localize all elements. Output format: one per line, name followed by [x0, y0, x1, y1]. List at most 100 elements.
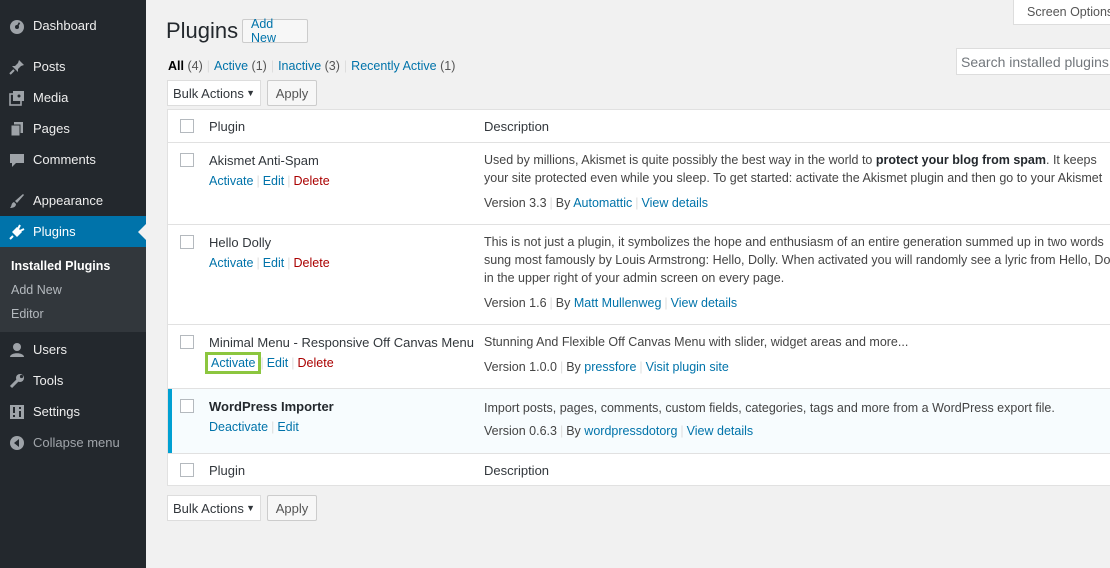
- edit-link[interactable]: Edit: [277, 420, 299, 434]
- table-footer: Plugin Description: [168, 454, 1110, 485]
- collapse-menu-label: Collapse menu: [33, 435, 120, 450]
- plugin-description: Import posts, pages, comments, custom fi…: [484, 401, 1055, 415]
- bulk-actions-select-bottom[interactable]: Bulk Actions ▼: [167, 495, 261, 521]
- submenu-add-new[interactable]: Add New: [11, 283, 62, 297]
- plugin-name: WordPress Importer: [209, 399, 334, 414]
- settings-icon: [9, 404, 25, 420]
- delete-link[interactable]: Delete: [294, 174, 330, 188]
- plugin-meta: Version 3.3 | By Automattic | View details: [484, 196, 708, 210]
- menu-posts-label: Posts: [33, 59, 66, 74]
- plugin-description: Used by millions, Akismet is quite possi…: [484, 153, 1103, 185]
- author-link[interactable]: Matt Mullenweg: [574, 296, 662, 310]
- plugin-meta: Version 1.6 | By Matt Mullenweg | View detai…: [484, 296, 738, 310]
- visit-plugin-site-link[interactable]: Visit plugin site: [646, 360, 729, 374]
- column-footer-plugin[interactable]: Plugin: [209, 463, 245, 478]
- edit-link[interactable]: Edit: [263, 174, 285, 188]
- delete-link[interactable]: Delete: [298, 356, 334, 370]
- plugins-table: Plugin Description Akismet Anti-Spam Act…: [167, 109, 1110, 486]
- menu-posts[interactable]: Posts: [0, 51, 146, 82]
- user-icon: [9, 342, 25, 358]
- plugin-name: Hello Dolly: [209, 235, 272, 250]
- page-title: Plugins: [166, 18, 239, 43]
- bulk-actions-select-top[interactable]: Bulk Actions ▼: [167, 80, 261, 106]
- author-link[interactable]: pressfore: [584, 360, 636, 374]
- search-input[interactable]: [956, 48, 1110, 75]
- menu-dashboard-label: Dashboard: [33, 18, 97, 33]
- menu-settings-label: Settings: [33, 404, 80, 419]
- table-row-active: WordPress Importer Deactivate | Edit Impor…: [168, 389, 1110, 454]
- add-new-button[interactable]: Add New: [242, 17, 308, 45]
- delete-link[interactable]: Delete: [294, 256, 330, 270]
- menu-dashboard[interactable]: Dashboard: [0, 10, 146, 41]
- pages-icon: [9, 121, 25, 137]
- plugin-actions: Deactivate | Edit: [209, 420, 299, 434]
- filter-all[interactable]: All (4): [168, 59, 203, 73]
- select-all-checkbox[interactable]: [180, 119, 194, 133]
- row-checkbox[interactable]: [180, 399, 194, 413]
- menu-users-label: Users: [33, 342, 67, 357]
- plugin-name: Minimal Menu - Responsive Off Canvas Men…: [209, 335, 474, 350]
- menu-plugins-label: Plugins: [33, 224, 76, 239]
- author-link[interactable]: wordpressdotorg: [584, 424, 677, 438]
- edit-link[interactable]: Edit: [263, 256, 285, 270]
- submenu-editor[interactable]: Editor: [11, 307, 44, 321]
- menu-comments[interactable]: Comments: [0, 144, 146, 175]
- plugin-actions: Activate | Edit | Delete: [209, 174, 330, 188]
- screen-options-button[interactable]: Screen Options: [1013, 0, 1110, 25]
- menu-appearance-label: Appearance: [33, 193, 104, 208]
- menu-pages[interactable]: Pages: [0, 113, 146, 144]
- menu-settings[interactable]: Settings: [0, 396, 146, 427]
- menu-media-label: Media: [33, 90, 69, 105]
- filter-recently-active[interactable]: Recently Active (1): [351, 59, 455, 73]
- filter-inactive[interactable]: Inactive (3): [278, 59, 340, 73]
- plugin-actions: Activate | Edit | Delete: [209, 256, 330, 270]
- select-all-checkbox-footer[interactable]: [180, 463, 194, 477]
- menu-media[interactable]: Media: [0, 82, 146, 113]
- author-link[interactable]: Automattic: [573, 196, 632, 210]
- table-row: Hello Dolly Activate | Edit | Delete This is…: [168, 225, 1110, 325]
- collapse-menu[interactable]: Collapse menu: [0, 427, 146, 458]
- apply-button-bottom[interactable]: Apply: [267, 495, 317, 521]
- activate-link[interactable]: Activate: [204, 352, 262, 374]
- column-header-description: Description: [484, 119, 550, 134]
- column-footer-description: Description: [484, 463, 550, 478]
- menu-comments-label: Comments: [33, 152, 96, 167]
- menu-users[interactable]: Users: [0, 334, 146, 365]
- dropdown-arrow-icon: ▼: [246, 503, 255, 513]
- menu-tools[interactable]: Tools: [0, 365, 146, 396]
- plugin-icon: [9, 224, 25, 240]
- plugin-meta: Version 0.6.3 | By wordpressdotorg | View de…: [484, 424, 754, 438]
- column-header-plugin[interactable]: Plugin: [209, 119, 245, 134]
- comment-icon: [9, 152, 25, 168]
- menu-tools-label: Tools: [33, 373, 64, 388]
- dashboard-icon: [9, 18, 25, 34]
- view-details-link[interactable]: View details: [671, 296, 737, 310]
- pin-icon: [9, 59, 25, 75]
- plugin-meta: Version 1.0.0 | By pressfore | Visit plugin …: [484, 360, 729, 374]
- media-icon: [9, 90, 25, 106]
- dropdown-arrow-icon: ▼: [246, 88, 255, 98]
- activate-link[interactable]: Activate: [209, 256, 253, 270]
- edit-link[interactable]: Edit: [267, 356, 289, 370]
- menu-plugins[interactable]: Plugins: [0, 216, 146, 247]
- paintbrush-icon: [9, 193, 25, 209]
- plugins-submenu: Installed Plugins Add New Editor: [0, 247, 146, 332]
- row-checkbox[interactable]: [180, 235, 194, 249]
- submenu-installed-plugins[interactable]: Installed Plugins: [11, 259, 110, 273]
- table-row: Akismet Anti-Spam Activate | Edit | Delete U…: [168, 143, 1110, 225]
- deactivate-link[interactable]: Deactivate: [209, 420, 268, 434]
- view-details-link[interactable]: View details: [642, 196, 708, 210]
- view-details-link[interactable]: View details: [687, 424, 753, 438]
- plugin-status-filters: All (4) | Active (1) | Inactive (3) | Recently…: [168, 59, 456, 73]
- admin-sidebar: Dashboard Posts Media Pages Comments App…: [0, 0, 146, 568]
- menu-appearance[interactable]: Appearance: [0, 185, 146, 216]
- activate-link[interactable]: Activate: [209, 174, 253, 188]
- row-checkbox[interactable]: [180, 335, 194, 349]
- apply-button-top[interactable]: Apply: [267, 80, 317, 106]
- plugin-description: This is not just a plugin, it symbolizes…: [484, 235, 1110, 285]
- collapse-icon: [9, 435, 25, 451]
- plugin-actions: Activate | Edit | Delete: [204, 352, 334, 374]
- row-checkbox[interactable]: [180, 153, 194, 167]
- filter-active[interactable]: Active (1): [214, 59, 267, 73]
- wrench-icon: [9, 373, 25, 389]
